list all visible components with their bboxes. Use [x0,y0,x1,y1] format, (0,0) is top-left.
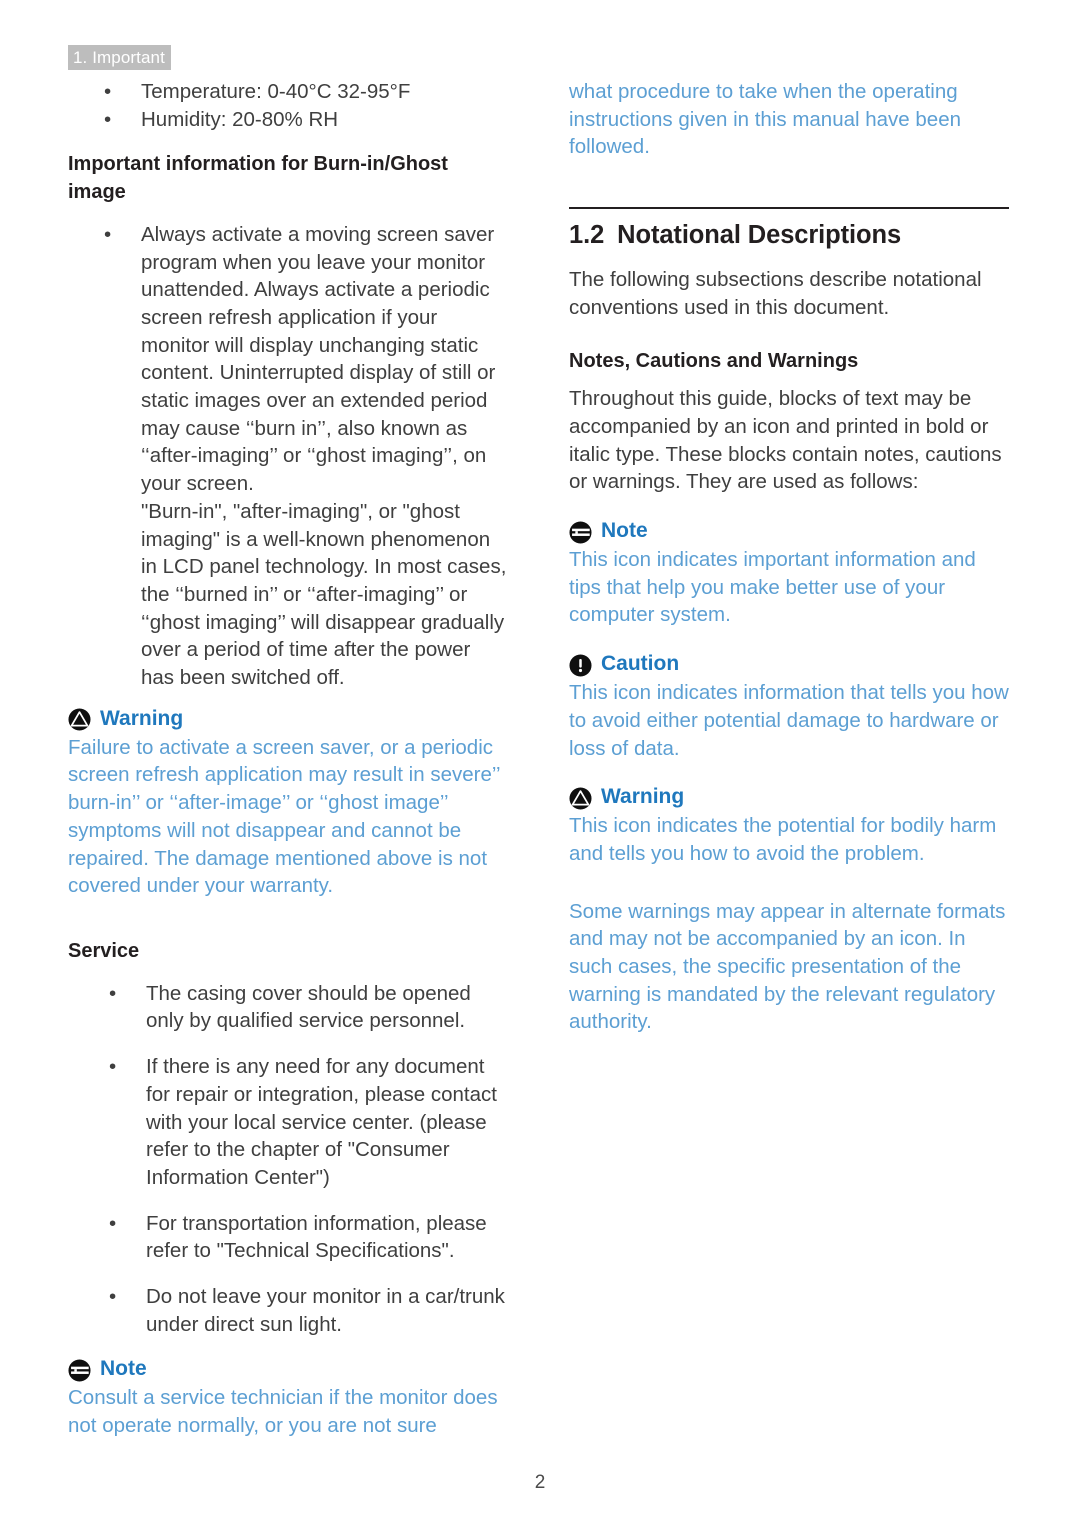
note-lines-icon [68,1359,91,1382]
subsection-paragraph: Throughout this guide, blocks of text ma… [569,387,1002,494]
warning-callout-title: Warning [68,706,508,734]
section-number: 1.2 [569,221,605,250]
caution-callout-label: Caution [601,652,680,676]
note-callout-label: Note [100,1357,147,1381]
bullet-dot-icon: • [109,1055,117,1079]
bullet-dot-icon: • [109,1285,117,1309]
list-item-label: If there is any need for any document fo… [146,1055,497,1189]
bullet-dot-icon: • [109,1211,117,1235]
subsection-heading: Notes, Cautions and Warnings [569,349,859,372]
warning-callout-label: Warning [601,785,685,809]
warning-triangle-icon [569,787,592,810]
list-item: • Do not leave your monitor in a car/tru… [68,1283,508,1338]
running-header-chapter: 1. Important [68,45,171,70]
list-item-label: Do not leave your monitor in a car/trunk… [146,1285,505,1336]
left-column: • Temperature: 0-40°C 32-95°F • Humidity… [68,78,508,1440]
caution-callout-body: This icon indicates information that tel… [569,681,1009,760]
list-item-label: The casing cover should be opened only b… [146,981,471,1033]
burn-in-paragraph: "Burn-in", "after-imaging", or "ghost im… [141,499,507,690]
closing-paragraph: Some warnings may appear in alternate fo… [569,899,1006,1034]
note-callout-body: Consult a service technician if the moni… [68,1386,498,1438]
note-callout-body: This icon indicates important informatio… [569,548,976,627]
list-item: • Humidity: 20-80% RH [68,106,508,134]
caution-exclamation-icon [569,654,592,677]
service-heading: Service [68,939,140,962]
list-item: • Always activate a moving screen saver … [68,221,508,498]
bullet-dot-icon: • [104,222,112,246]
right-column: what procedure to take when the operatin… [569,78,1009,1036]
section-title: Notational Descriptions [617,221,902,250]
burn-in-heading: Important information for Burn-in/Ghost … [68,153,448,204]
burn-in-bullet-list: • Always activate a moving screen saver … [68,221,508,498]
section-divider [569,207,1009,210]
list-item: • If there is any need for any document … [68,1053,508,1192]
list-item: • For transportation information, please… [68,1210,508,1265]
warning-callout-body: Failure to activate a screen saver, or a… [68,735,500,898]
intro-paragraph: The following subsections describe notat… [569,268,982,319]
warning-callout-body: This icon indicates the potential for bo… [569,814,997,865]
list-item: • The casing cover should be opened only… [68,980,508,1035]
warning-callout-label: Warning [100,706,184,730]
note-callout-title: Note [569,518,1009,546]
caution-callout-title: Caution [569,651,1009,679]
list-item-label: Temperature: 0-40°C 32-95°F [141,80,411,103]
note-lines-icon [569,521,592,544]
bullet-dot-icon: • [104,107,112,131]
bullet-dot-icon: • [109,981,117,1005]
bullet-dot-icon: • [104,80,112,103]
list-item-label: Always activate a moving screen saver pr… [141,222,496,496]
page-title: 1.2 Notational Descriptions [569,219,1009,252]
note-callout-label: Note [601,519,648,543]
list-item-label: For transportation information, please r… [146,1211,487,1263]
service-bullet-list: • The casing cover should be opened only… [68,980,508,1339]
continued-note-body: what procedure to take when the operatin… [569,80,962,159]
note-callout-title: Note [68,1356,508,1384]
document-page: 1. Important • Temperature: 0-40°C 32-95… [0,0,1080,1527]
warning-triangle-icon [68,708,91,731]
page-number: 2 [534,1472,546,1493]
warning-callout-title: Warning [569,784,1009,812]
list-item: • Temperature: 0-40°C 32-95°F [68,78,508,106]
list-item-label: Humidity: 20-80% RH [141,107,339,131]
environment-bullet-list: • Temperature: 0-40°C 32-95°F • Humidity… [68,78,508,133]
